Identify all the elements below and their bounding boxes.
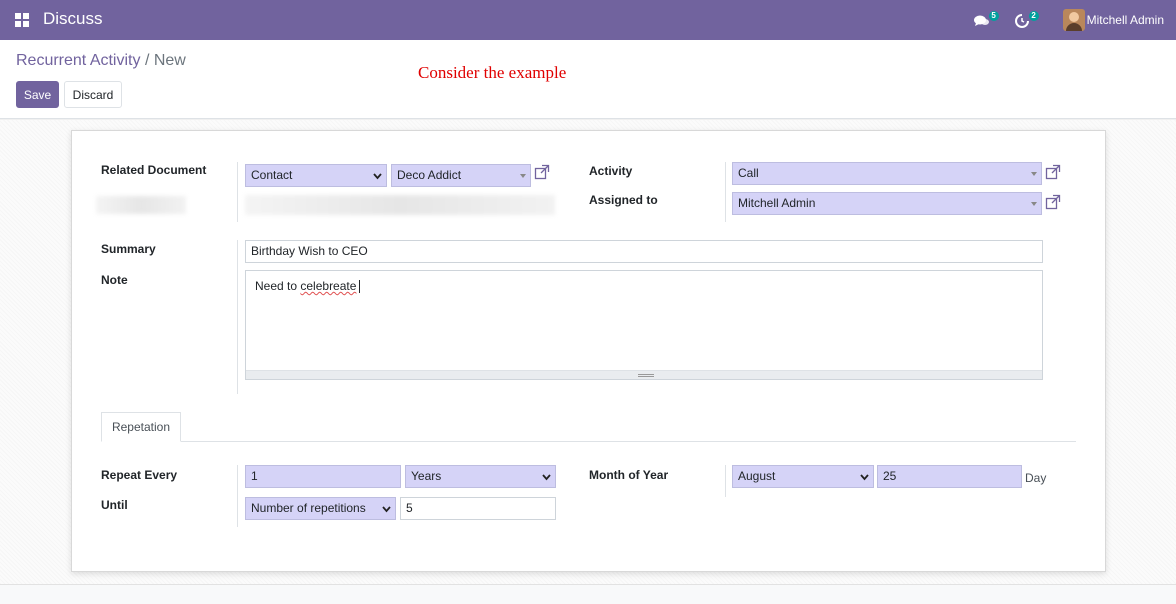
breadcrumb-current: New (153, 52, 186, 69)
month-of-year-label: Month of Year (589, 468, 669, 482)
repeat-every-value: 1 (251, 469, 258, 483)
note-editor[interactable]: Need to celebreate (245, 270, 1043, 380)
chevron-down-icon (860, 473, 869, 481)
blurred-label (96, 196, 186, 214)
external-link-icon[interactable] (1045, 164, 1061, 180)
repeat-every-input[interactable]: 1 (245, 465, 401, 488)
note-label: Note (101, 273, 128, 287)
caret-down-icon (1031, 202, 1037, 206)
day-unit-label: Day (1025, 471, 1047, 485)
repeat-unit-value: Years (411, 469, 442, 483)
breadcrumb-parent-link[interactable]: Recurrent Activity (16, 52, 140, 69)
external-link-icon[interactable] (534, 164, 550, 180)
clock-icon (1014, 14, 1029, 28)
apps-menu-icon[interactable] (15, 13, 29, 27)
field-separator (237, 162, 238, 222)
note-content: Need to celebreate (255, 279, 361, 294)
messages-badge: 5 (988, 11, 999, 21)
until-label: Until (101, 498, 128, 512)
messages-button[interactable]: 5 (973, 9, 999, 31)
assigned-to-dropdown[interactable]: Mitchell Admin (732, 192, 1042, 215)
resize-handle[interactable] (246, 370, 1042, 379)
external-link-icon[interactable] (1045, 194, 1061, 210)
breadcrumb-separator: / (144, 52, 150, 69)
chevron-down-icon (542, 473, 551, 481)
until-select[interactable]: Number of repetitions (245, 497, 396, 520)
caret-down-icon (1031, 172, 1037, 176)
activities-badge: 2 (1028, 11, 1039, 21)
text-caret (359, 280, 361, 294)
summary-label: Summary (101, 242, 156, 256)
app-title[interactable]: Discuss (43, 9, 103, 29)
user-name: Mitchell Admin (1086, 13, 1164, 27)
grip-icon (638, 374, 654, 377)
caret-down-icon (520, 174, 526, 178)
field-separator (725, 465, 726, 497)
chevron-down-icon (382, 505, 391, 513)
repetitions-count-input[interactable]: 5 (400, 497, 556, 520)
repetitions-count-value: 5 (406, 501, 413, 515)
day-value: 25 (883, 469, 897, 483)
note-text-prefix: Need to (255, 279, 301, 293)
chevron-down-icon (373, 172, 382, 180)
navbar-systray: 5 2 Mitchell Admin (973, 0, 1176, 40)
summary-value: Birthday Wish to CEO (251, 244, 368, 258)
related-model-select[interactable]: Contact (245, 164, 387, 187)
breadcrumb: Recurrent Activity / New (16, 52, 186, 70)
day-input[interactable]: 25 (877, 465, 1022, 488)
note-misspelled-word: celebreate (300, 279, 357, 293)
related-document-label: Related Document (101, 163, 207, 177)
repeat-unit-select[interactable]: Years (405, 465, 556, 488)
avatar (1062, 9, 1085, 31)
user-menu[interactable]: Mitchell Admin (1062, 9, 1164, 31)
month-select[interactable]: August (732, 465, 874, 488)
chat-bubbles-icon (973, 15, 989, 26)
until-value: Number of repetitions (251, 501, 366, 515)
summary-input[interactable]: Birthday Wish to CEO (245, 240, 1043, 263)
field-separator (725, 162, 726, 222)
repeat-every-label: Repeat Every (101, 468, 178, 482)
annotation-text: Consider the example (418, 63, 567, 82)
related-record-dropdown[interactable]: Deco Addict (391, 164, 531, 187)
save-button[interactable]: Save (16, 81, 59, 108)
assigned-to-value: Mitchell Admin (738, 196, 816, 210)
control-panel: Recurrent Activity / New Save Discard Co… (0, 40, 1176, 119)
blurred-field (245, 195, 555, 215)
tabs-divider (101, 441, 1076, 442)
activity-label: Activity (589, 164, 633, 178)
related-record-value: Deco Addict (397, 168, 462, 182)
footer-strip (0, 584, 1176, 604)
tab-repetation[interactable]: Repetation (101, 412, 181, 442)
related-model-value: Contact (251, 168, 293, 182)
field-separator (237, 240, 238, 394)
field-separator (237, 465, 238, 527)
month-value: August (738, 469, 776, 483)
discard-button[interactable]: Discard (64, 81, 122, 108)
assigned-to-label: Assigned to (589, 193, 658, 207)
activity-dropdown[interactable]: Call (732, 162, 1042, 185)
activities-button[interactable]: 2 (1013, 9, 1039, 31)
activity-value: Call (738, 166, 759, 180)
top-navbar: Discuss 5 2 Mitchell Admin (0, 0, 1176, 40)
